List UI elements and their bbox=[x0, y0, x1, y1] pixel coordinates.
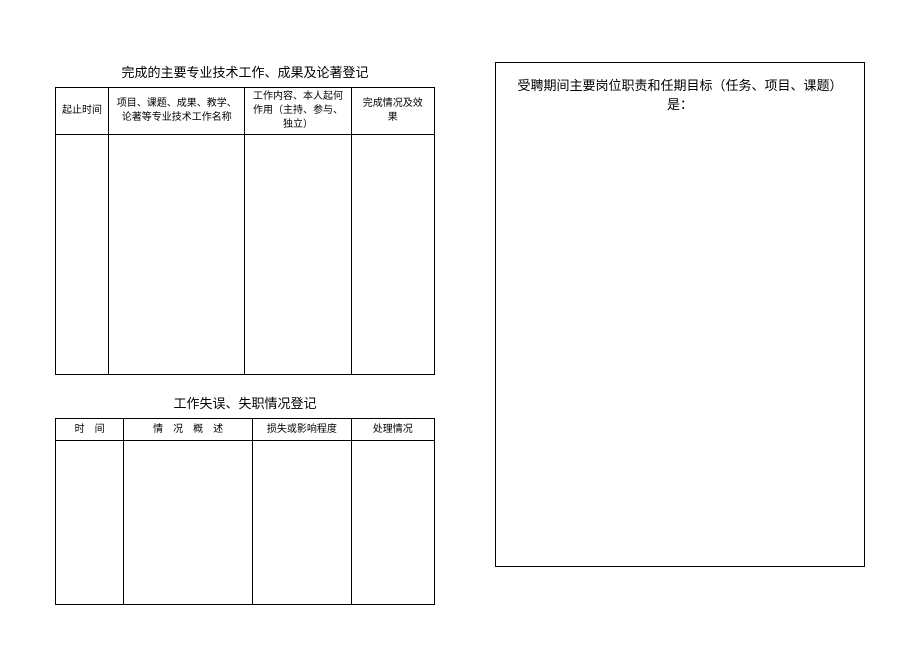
cell-empty bbox=[245, 135, 351, 375]
th-name: 项目、课题、成果、教学、论著等专业技术工作名称 bbox=[109, 88, 245, 135]
box-title: 受聘期间主要岗位职责和任期目标（任务、项目、课题）是： bbox=[508, 75, 852, 113]
table-mistakes: 时 间 情 况 概 述 损失或影响程度 处理情况 bbox=[55, 418, 435, 605]
cell-empty bbox=[109, 135, 245, 375]
th-impact: 损失或影响程度 bbox=[253, 419, 352, 441]
cell-empty bbox=[56, 135, 109, 375]
table-row bbox=[56, 135, 435, 375]
table-header-row: 起止时间 项目、课题、成果、教学、论著等专业技术工作名称 工作内容、本人起何作用… bbox=[56, 88, 435, 135]
responsibilities-box: 受聘期间主要岗位职责和任期目标（任务、项目、课题）是： bbox=[495, 62, 865, 567]
th-time: 时 间 bbox=[56, 419, 124, 441]
left-column: 完成的主要专业技术工作、成果及论著登记 起止时间 项目、课题、成果、教学、论著等… bbox=[55, 62, 435, 611]
section1-title: 完成的主要专业技术工作、成果及论著登记 bbox=[55, 62, 435, 81]
cell-empty bbox=[253, 441, 352, 605]
table-completed-work: 起止时间 项目、课题、成果、教学、论著等专业技术工作名称 工作内容、本人起何作用… bbox=[55, 87, 435, 375]
cell-empty bbox=[351, 135, 434, 375]
th-desc: 情 况 概 述 bbox=[124, 419, 253, 441]
cell-empty bbox=[124, 441, 253, 605]
cell-empty bbox=[351, 441, 434, 605]
table-row bbox=[56, 441, 435, 605]
th-time: 起止时间 bbox=[56, 88, 109, 135]
section2-title: 工作失误、失职情况登记 bbox=[55, 393, 435, 412]
right-column: 受聘期间主要岗位职责和任期目标（任务、项目、课题）是： bbox=[495, 62, 865, 611]
th-role: 工作内容、本人起何作用（主持、参与、独立） bbox=[245, 88, 351, 135]
th-result: 完成情况及效 果 bbox=[351, 88, 434, 135]
table-header-row: 时 间 情 况 概 述 损失或影响程度 处理情况 bbox=[56, 419, 435, 441]
th-handling: 处理情况 bbox=[351, 419, 434, 441]
spacer bbox=[55, 375, 435, 393]
cell-empty bbox=[56, 441, 124, 605]
